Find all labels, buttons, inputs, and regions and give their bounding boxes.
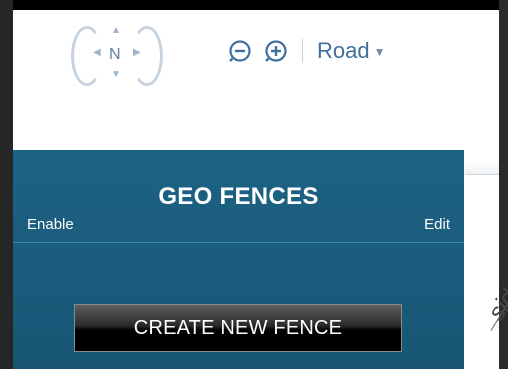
window-left-border xyxy=(0,0,13,369)
caret-down-icon: ▼ xyxy=(373,45,386,59)
create-new-fence-button[interactable]: CREATE NEW FENCE xyxy=(74,304,402,352)
pan-right-icon[interactable]: ▶ xyxy=(133,48,141,58)
panel-title: GEO FENCES xyxy=(158,183,319,210)
pan-up-icon[interactable]: ▲ xyxy=(111,26,121,36)
pan-down-icon[interactable]: ▼ xyxy=(111,70,121,80)
zoom-out-button[interactable] xyxy=(228,39,252,63)
map-panel-edge xyxy=(465,174,499,175)
geo-fences-panel: GEO FENCES Enable Edit CREATE NEW FENCE xyxy=(13,150,464,369)
map-type-dropdown[interactable]: Road ▼ xyxy=(317,38,385,64)
north-label: N xyxy=(109,46,121,63)
panel-divider xyxy=(13,242,464,243)
zoom-in-button[interactable] xyxy=(264,39,288,63)
toolbar-separator xyxy=(302,39,303,63)
pan-left-icon[interactable]: ◀ xyxy=(93,48,101,58)
zoom-out-icon xyxy=(229,40,251,62)
enable-column-header: Enable xyxy=(27,216,74,233)
edit-column-header: Edit xyxy=(424,216,450,233)
map-toolbar: Road ▼ xyxy=(228,36,385,66)
map-type-label: Road xyxy=(317,38,370,63)
window-top-border xyxy=(0,0,508,10)
compass-control[interactable]: ▲ ▼ ◀ ▶ N xyxy=(71,24,163,86)
zoom-in-icon xyxy=(265,40,287,62)
